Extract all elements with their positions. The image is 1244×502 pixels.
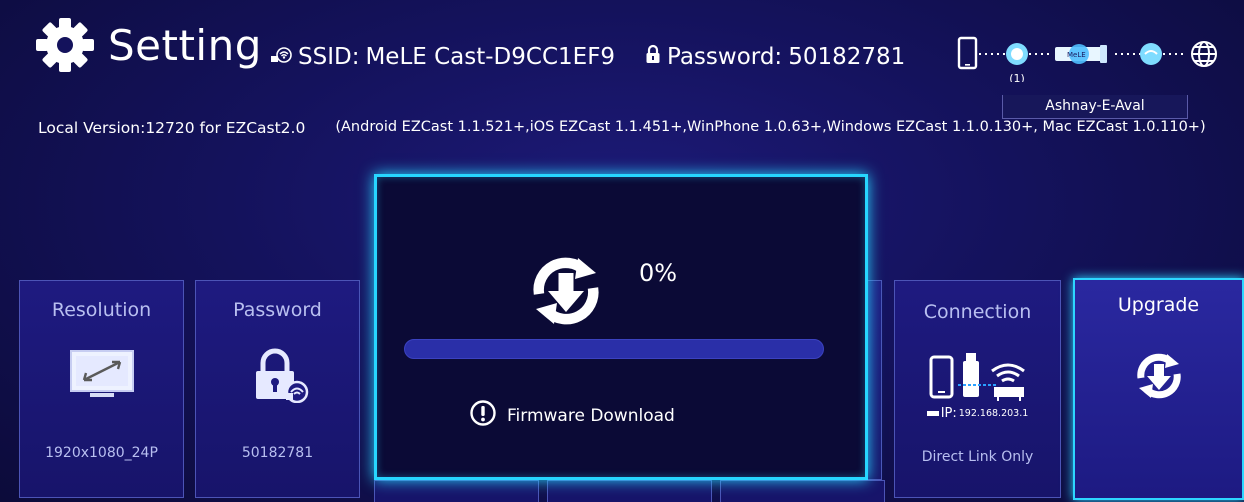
ssid-label: SSID: [298, 44, 360, 70]
tile-resolution-label: Resolution [51, 299, 152, 321]
phone-icon [957, 36, 978, 70]
firmware-message: Firmware Download [469, 399, 675, 432]
tile-password-value: 50182781 [241, 445, 314, 461]
tile-password-label: Password [233, 299, 322, 321]
ssid-info: SSID: MeLE Cast-D9CC1EF9 [270, 44, 615, 70]
globe-icon [1191, 41, 1217, 67]
password-label: Password: [667, 44, 783, 70]
progress-percent: 0% [639, 259, 678, 287]
wifi-bubble-icon [1140, 43, 1162, 65]
version-info: Local Version:12720 for EZCast2.0 (Andro… [38, 119, 1206, 137]
firmware-message-text: Firmware Download [507, 405, 675, 426]
monitor-icon [20, 347, 183, 403]
tile-upgrade-label: Upgrade [1117, 294, 1200, 316]
connected-device-label: Ashnay-E-Aval [1002, 95, 1188, 119]
network-diagram: (1) MeLE [955, 32, 1225, 85]
connect-bubble-icon [1006, 43, 1028, 65]
local-version: Local Version:12720 for EZCast2.0 [38, 119, 306, 137]
tile-hidden-2[interactable] [547, 480, 712, 502]
phone-dongle-router-icon [895, 351, 1060, 403]
dongle-icon: MeLE [1055, 44, 1107, 64]
firmware-dialog: 0% Firmware Download [374, 174, 868, 480]
info-icon [469, 399, 497, 432]
tile-connection-label: Connection [923, 301, 1032, 323]
password-value: 50182781 [788, 44, 906, 70]
tile-password[interactable]: Password 50182781 [195, 280, 360, 498]
tile-connection-value: Direct Link Only [921, 449, 1034, 465]
tile-hidden-3[interactable] [720, 480, 885, 502]
tile-hidden-1[interactable] [374, 480, 539, 502]
gear-icon [34, 18, 96, 72]
ip-prefix: IP: [940, 406, 957, 421]
client-compat: (Android EZCast 1.1.521+,iOS EZCast 1.1.… [335, 119, 1206, 135]
ip-value: 192.168.203.1 [958, 408, 1029, 419]
upgrade-icon [1075, 348, 1242, 404]
tile-resolution[interactable]: Resolution 1920x1080_24P [19, 280, 184, 498]
device-count: (1) [1009, 72, 1025, 82]
upgrade-icon [524, 249, 608, 337]
lock-wifi-icon [196, 347, 359, 403]
header: Setting SSID: MeLE Cast-D9CC1EF9 Passwor… [0, 0, 1244, 120]
lock-icon [645, 44, 661, 70]
ip-bar-icon [926, 411, 939, 416]
ssid-value: MeLE Cast-D9CC1EF9 [365, 44, 616, 70]
screen: Setting SSID: MeLE Cast-D9CC1EF9 Passwor… [0, 0, 1244, 502]
password-info: Password: 50182781 [645, 44, 905, 70]
tile-upgrade[interactable]: Upgrade [1073, 278, 1244, 500]
title-area: Setting [34, 18, 262, 72]
tile-connection-ip: IP: 192.168.203.1 [895, 406, 1060, 421]
wifi-icon [270, 44, 292, 70]
tile-resolution-value: 1920x1080_24P [45, 445, 158, 461]
page-title: Setting [108, 20, 262, 70]
tile-connection[interactable]: Connection IP: 192.168.203.1 Direct Link… [894, 280, 1061, 498]
dongle-label: MeLE [1067, 51, 1086, 59]
progress-bar [404, 339, 824, 359]
